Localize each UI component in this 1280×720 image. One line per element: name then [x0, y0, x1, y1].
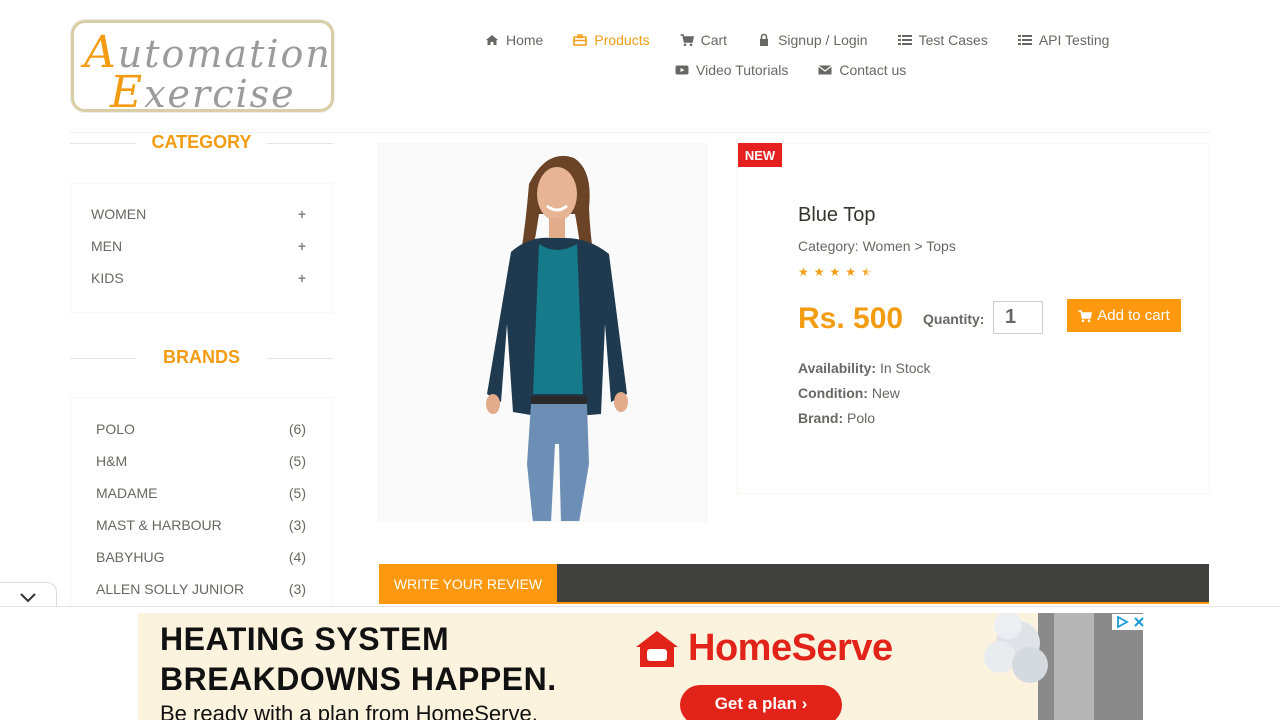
list-icon [897, 35, 912, 45]
advertisement-banner[interactable]: HEATING SYSTEM BREAKDOWNS HAPPEN. Be rea… [138, 613, 1143, 720]
add-to-cart-label: Add to cart [1097, 307, 1170, 324]
close-icon[interactable] [1133, 616, 1145, 628]
nav-products-label: Products [594, 32, 650, 48]
condition-label: Condition: [798, 385, 868, 401]
briefcase-icon [573, 34, 588, 46]
availability: Availability: In Stock [798, 360, 931, 376]
write-review-tab[interactable]: WRITE YOUR REVIEW [379, 564, 557, 604]
brand: Brand: Polo [798, 410, 875, 426]
ad-headline-1: HEATING SYSTEM [160, 621, 450, 657]
nav-test-cases-label: Test Cases [918, 32, 988, 48]
category-men[interactable]: MEN + [71, 230, 332, 262]
product-rating: ★ ★ ★ ★ ★ [798, 265, 872, 279]
plus-icon[interactable]: + [298, 270, 306, 286]
brand-name: MAST & HARBOUR [96, 517, 222, 533]
homeserve-brand-text: HomeServe [688, 627, 893, 669]
nav-cart[interactable]: Cart [665, 28, 742, 52]
get-a-plan-button[interactable]: Get a plan › [680, 685, 842, 720]
nav-signup-login-label: Signup / Login [778, 32, 868, 48]
new-badge: NEW [738, 143, 782, 167]
envelope-icon [818, 65, 833, 75]
brand-count: (5) [288, 453, 306, 469]
star-icon: ★ [845, 265, 857, 279]
category-title: CATEGORY [70, 132, 333, 153]
category-women[interactable]: WOMEN + [71, 198, 332, 230]
brand-hm[interactable]: H&M (5) [71, 445, 332, 477]
woman-in-blue-top-image [379, 144, 706, 521]
brand-count: (3) [288, 581, 306, 597]
product-name: Blue Top [798, 204, 876, 226]
brand-count: (6) [288, 421, 306, 437]
chevron-down-icon [20, 592, 36, 602]
availability-label: Availability: [798, 360, 877, 376]
category-panel: WOMEN + MEN + KIDS + [70, 183, 333, 313]
star-icon: ★ [829, 265, 841, 279]
category-label: KIDS [91, 270, 124, 286]
quantity-input[interactable] [993, 301, 1043, 334]
condition-value: New [871, 385, 900, 401]
plus-icon[interactable]: + [298, 206, 306, 222]
nav-api-testing-label: API Testing [1038, 32, 1110, 48]
availability-value: In Stock [879, 360, 931, 376]
add-to-cart-button[interactable]: Add to cart [1067, 299, 1181, 332]
brand-babyhug[interactable]: BABYHUG (4) [71, 541, 332, 573]
star-icon: ★ [813, 265, 825, 279]
nav-home-label: Home [506, 32, 544, 48]
nav-products[interactable]: Products [558, 28, 664, 52]
brand-name: POLO [96, 421, 135, 437]
brand-name: MADAME [96, 485, 158, 501]
quantity-label: Quantity: [923, 311, 985, 327]
nav-cart-label: Cart [700, 32, 728, 48]
home-icon [486, 35, 498, 45]
homeserve-logo: HomeServe [634, 627, 893, 670]
logo-line-2: Exercise [110, 67, 296, 118]
nav-video-tutorials[interactable]: Video Tutorials [660, 58, 803, 82]
brand-value: Polo [847, 410, 876, 426]
condition: Condition: New [798, 385, 900, 401]
brand-count: (5) [288, 485, 306, 501]
product-price: Rs. 500 [798, 302, 904, 335]
brand-madame[interactable]: MADAME (5) [71, 477, 332, 509]
product-image [378, 143, 707, 522]
house-icon [636, 630, 678, 667]
cart-icon [1078, 309, 1093, 322]
ad-subline: Be ready with a plan from HomeServe. [160, 701, 538, 720]
brand-allen-solly-junior[interactable]: ALLEN SOLLY JUNIOR (3) [71, 573, 332, 605]
youtube-icon [675, 65, 689, 75]
nav-home[interactable]: Home [470, 28, 558, 52]
cart-icon [680, 34, 694, 47]
brands-title: BRANDS [70, 347, 333, 368]
nav-video-tutorials-label: Video Tutorials [696, 62, 789, 78]
brand-count: (4) [288, 549, 306, 565]
brand-name: H&M [96, 453, 128, 469]
nav-contact-us[interactable]: Contact us [803, 58, 921, 82]
category-kids[interactable]: KIDS + [71, 262, 332, 294]
nav-contact-us-label: Contact us [839, 62, 907, 78]
brand-name: BABYHUG [96, 549, 165, 565]
product-category: Category: Women > Tops [798, 238, 956, 254]
category-label: MEN [91, 238, 123, 254]
site-logo[interactable]: Automation Exercise [71, 20, 334, 118]
list-icon [1017, 35, 1032, 45]
brand-count: (3) [288, 517, 306, 533]
brand-name: ALLEN SOLLY JUNIOR [96, 581, 245, 597]
adchoices-icon[interactable] [1115, 615, 1129, 629]
nav-test-cases[interactable]: Test Cases [883, 28, 1003, 52]
plus-icon[interactable]: + [298, 238, 306, 254]
brands-panel: POLO (6) H&M (5) MADAME (5) MAST & HARBOUR (… [70, 397, 333, 617]
category-label: WOMEN [91, 206, 147, 222]
ad-headline-2: BREAKDOWNS HAPPEN. [160, 661, 557, 697]
star-icon: ★ [798, 265, 809, 279]
nav-api-testing[interactable]: API Testing [1003, 28, 1125, 52]
lock-icon [760, 33, 769, 46]
nav-signup-login[interactable]: Signup / Login [742, 28, 883, 52]
brand-mast-harbour[interactable]: MAST & HARBOUR (3) [71, 509, 332, 541]
brand-label: Brand: [798, 410, 844, 426]
brand-polo[interactable]: POLO (6) [71, 413, 332, 445]
half-star-icon: ★ [861, 265, 872, 279]
ad-controls [1112, 614, 1148, 630]
